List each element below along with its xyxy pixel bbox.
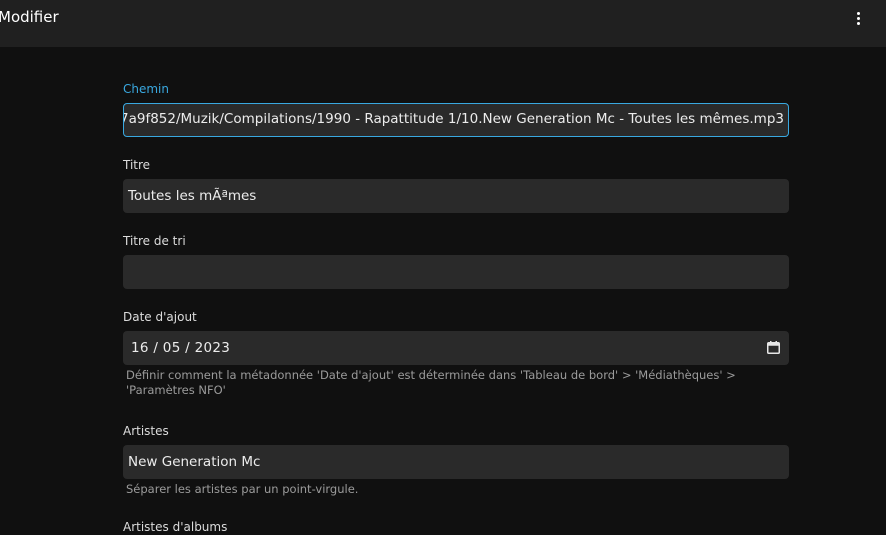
album-artists-field: Artistes d'albums [123,519,789,535]
album-artists-label: Artistes d'albums [123,520,228,534]
date-added-value: 16 / 05 / 2023 [131,340,231,356]
artists-hint: Séparer les artistes par un point-virgul… [126,482,359,496]
artists-field: Artistes New Generation Mc Séparer les a… [123,423,789,496]
path-value: b497a9f852/Muzik/Compilations/1990 - Rap… [123,111,784,127]
title-input[interactable]: Toutes les mÃªmes [123,179,789,213]
artists-input[interactable]: New Generation Mc [123,445,789,479]
sort-title-field: Titre de tri [123,233,789,289]
app-header: Modifier [0,0,886,47]
path-label: Chemin [123,82,169,96]
calendar-icon[interactable] [767,341,780,354]
kebab-menu-icon[interactable] [850,8,866,28]
path-field: Chemin b497a9f852/Muzik/Compilations/199… [123,81,789,137]
artists-label: Artistes [123,424,169,438]
sort-title-input[interactable] [123,255,789,289]
path-input[interactable]: b497a9f852/Muzik/Compilations/1990 - Rap… [123,103,789,137]
title-field: Titre Toutes les mÃªmes [123,157,789,213]
page-title: Modifier [0,8,59,26]
date-added-label: Date d'ajout [123,310,197,324]
sort-title-label: Titre de tri [123,234,186,248]
title-label: Titre [123,158,151,172]
date-added-input[interactable]: 16 / 05 / 2023 [123,331,789,365]
date-added-hint: Définir comment la métadonnée 'Date d'aj… [126,368,736,397]
date-added-field: Date d'ajout 16 / 05 / 2023 Définir comm… [123,309,789,397]
